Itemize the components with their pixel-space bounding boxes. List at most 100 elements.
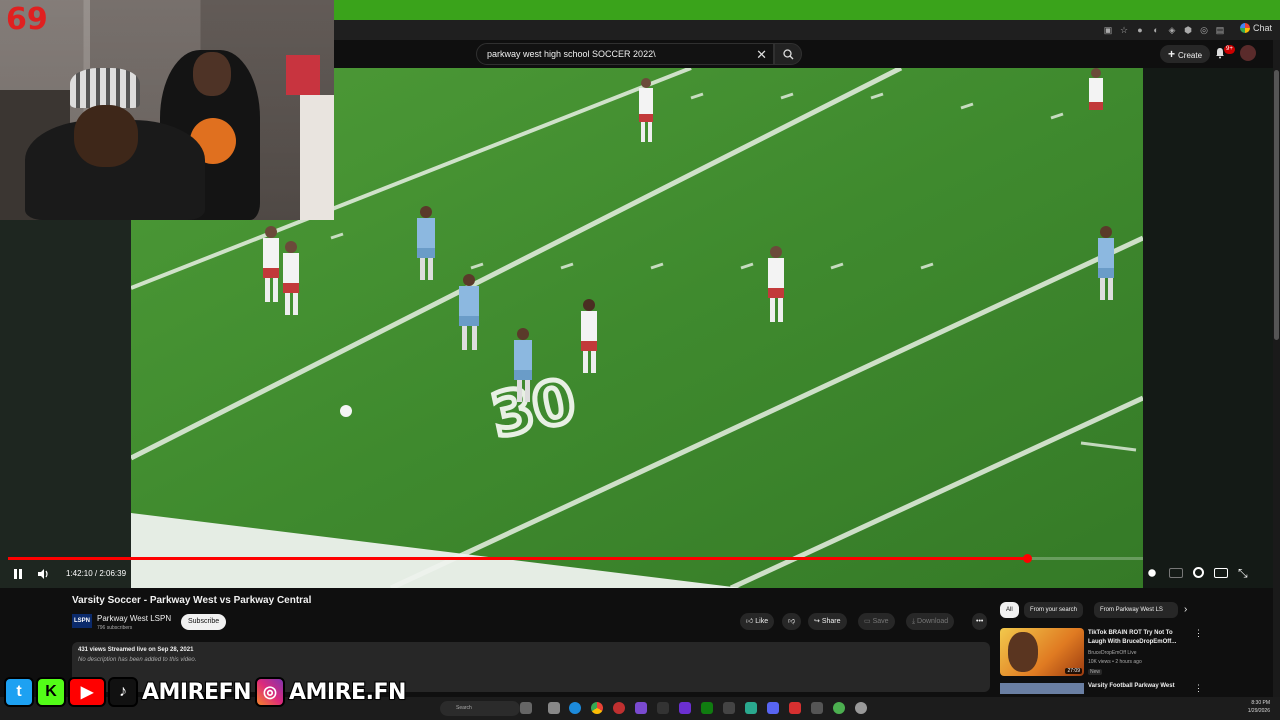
youtube-icon: ▶ (68, 677, 106, 707)
search-button[interactable] (774, 43, 802, 65)
person-left-face (74, 105, 138, 167)
recommendation-thumbnail[interactable]: 27:09 (1000, 628, 1084, 676)
volume-icon[interactable] (36, 567, 50, 581)
scrollbar-thumb[interactable] (1274, 70, 1279, 340)
new-badge: New (1088, 669, 1103, 675)
create-label: Create (1178, 51, 1203, 60)
extension-icon[interactable]: ▤ (1214, 24, 1226, 36)
more-options-icon[interactable]: ⋮ (1194, 628, 1203, 639)
search-icon (783, 49, 794, 60)
kick-icon: K (36, 677, 66, 707)
dislike-button[interactable]: 👎︎ (782, 613, 802, 630)
subscribe-button[interactable]: Subscribe (181, 614, 227, 630)
create-button[interactable]: + Create (1160, 45, 1211, 63)
twitch-icon[interactable] (679, 702, 691, 714)
like-button[interactable]: 👍︎ Like (740, 613, 775, 630)
webcam-overlay: 69 (0, 0, 334, 220)
view-stats: 431 views Streamed live on Sep 28, 2021 (78, 647, 194, 653)
subscriber-count: 796 subscribers (97, 625, 133, 631)
bookmark-star-icon[interactable]: ☆ (1118, 24, 1130, 36)
chevron-right-icon[interactable]: › (1184, 604, 1187, 615)
video-progress-bar[interactable] (8, 554, 1143, 563)
chat-button[interactable]: Chat (1239, 23, 1272, 33)
chrome-icon[interactable] (591, 702, 603, 714)
share-button[interactable]: ↪ Share (808, 613, 847, 630)
youtube-header: parkway west high school SOCCER 2022\ ✕ … (334, 40, 1280, 68)
miniplayer-icon[interactable] (1214, 568, 1228, 578)
save-button[interactable]: ▭ Save (858, 613, 895, 630)
clock-date[interactable]: 1/29/2026 (1248, 708, 1270, 714)
autoplay-toggle-icon[interactable] (1145, 566, 1159, 580)
chat-label: Chat (1252, 23, 1272, 33)
description-text: No description has been added to this vi… (78, 657, 197, 663)
extension-icon[interactable]: ▣ (1102, 24, 1114, 36)
save-icon: ▭ (864, 618, 873, 625)
soccer-ball (340, 405, 352, 417)
channel-logo[interactable]: LSPN (72, 614, 92, 628)
extension-icon[interactable]: ◐ (1150, 24, 1162, 36)
captions-icon[interactable] (1169, 568, 1183, 578)
search-query: parkway west high school SOCCER 2022\ (487, 49, 656, 59)
counter-number: 69 (6, 2, 48, 37)
avatar[interactable] (1240, 45, 1256, 61)
save-label: Save (872, 618, 889, 625)
player-controls: 1:42:10 / 2:06:39 ⤡ (0, 562, 1273, 586)
recommendation-title[interactable]: TikTok BRAIN ROT Try Not To Laugh With B… (1088, 629, 1188, 647)
recommendation-thumbnail[interactable] (1000, 683, 1084, 694)
chip-from-your-search[interactable]: From your search (1024, 602, 1084, 618)
edge-icon[interactable] (569, 702, 581, 714)
browser-toolbar: ▣ ☆ ● ◐ ◈ ⬢ ◎ ▤ Chat (334, 20, 1280, 40)
app-icon[interactable] (635, 702, 647, 714)
discord-icon[interactable] (767, 702, 779, 714)
app-icon[interactable] (723, 702, 735, 714)
app-icon[interactable] (657, 702, 669, 714)
app-icon[interactable] (811, 702, 823, 714)
clear-search-icon[interactable]: ✕ (756, 47, 767, 63)
app-icon[interactable] (833, 702, 845, 714)
chip-all[interactable]: All (1000, 602, 1019, 618)
more-options-icon[interactable]: ⋮ (1194, 683, 1203, 694)
app-icon[interactable] (745, 702, 757, 714)
beanie-hat (70, 68, 140, 108)
google-icon (1239, 23, 1250, 33)
app-icon[interactable] (520, 702, 532, 714)
settings-gear-icon[interactable] (1193, 567, 1204, 578)
thumbs-up-icon: 👍︎ (746, 618, 756, 625)
person-partial (300, 95, 334, 220)
tiktok-icon: ♪ (108, 677, 138, 707)
extension-icon[interactable]: ◈ (1166, 24, 1178, 36)
taskbar-search[interactable]: Search (440, 701, 520, 716)
fullscreen-exit-icon[interactable]: ⤡ (1238, 566, 1252, 580)
task-view-icon[interactable] (548, 702, 560, 714)
player-controls-right: ⤡ (1145, 566, 1252, 580)
recommendation-channel[interactable]: BruceDropEmOff Live (1088, 650, 1137, 656)
extension-icon[interactable]: ● (1134, 24, 1146, 36)
share-label: Share (821, 618, 841, 625)
extension-icon[interactable]: ⬢ (1182, 24, 1194, 36)
social-overlay: t K ▶ ♪ AMIREFN ◎ AMIRE.FN (4, 676, 408, 708)
settings-gear-icon[interactable] (855, 702, 867, 714)
chip-from-channel[interactable]: From Parkway West LS (1094, 602, 1178, 618)
app-icon[interactable] (789, 702, 801, 714)
channel-name[interactable]: Parkway West LSPN (97, 614, 171, 623)
xbox-icon[interactable] (701, 702, 713, 714)
progress-fill (8, 557, 1028, 560)
social-handle: AMIREFN (141, 679, 253, 706)
app-icon[interactable] (613, 702, 625, 714)
recommendation-title[interactable]: Varsity Football Parkway West (1088, 683, 1175, 689)
video-duration: 27:09 (1065, 668, 1082, 674)
twitter-icon: t (4, 677, 34, 707)
download-label: Download (917, 618, 949, 625)
clock-time[interactable]: 8:30 PM (1251, 700, 1270, 706)
pause-icon[interactable] (11, 567, 25, 581)
page-scrollbar[interactable] (1273, 40, 1280, 697)
download-button[interactable]: ⤓ Download (906, 613, 955, 630)
person-right-head (193, 52, 231, 96)
video-letterbox-right (1143, 68, 1273, 588)
search-input[interactable]: parkway west high school SOCCER 2022\ ✕ (476, 43, 774, 65)
thumbnail-face (1008, 632, 1038, 672)
like-label: Like (755, 618, 769, 625)
extension-icon[interactable]: ◎ (1198, 24, 1210, 36)
video-letterbox-left (0, 220, 131, 588)
more-actions-button[interactable]: ••• (972, 613, 988, 630)
